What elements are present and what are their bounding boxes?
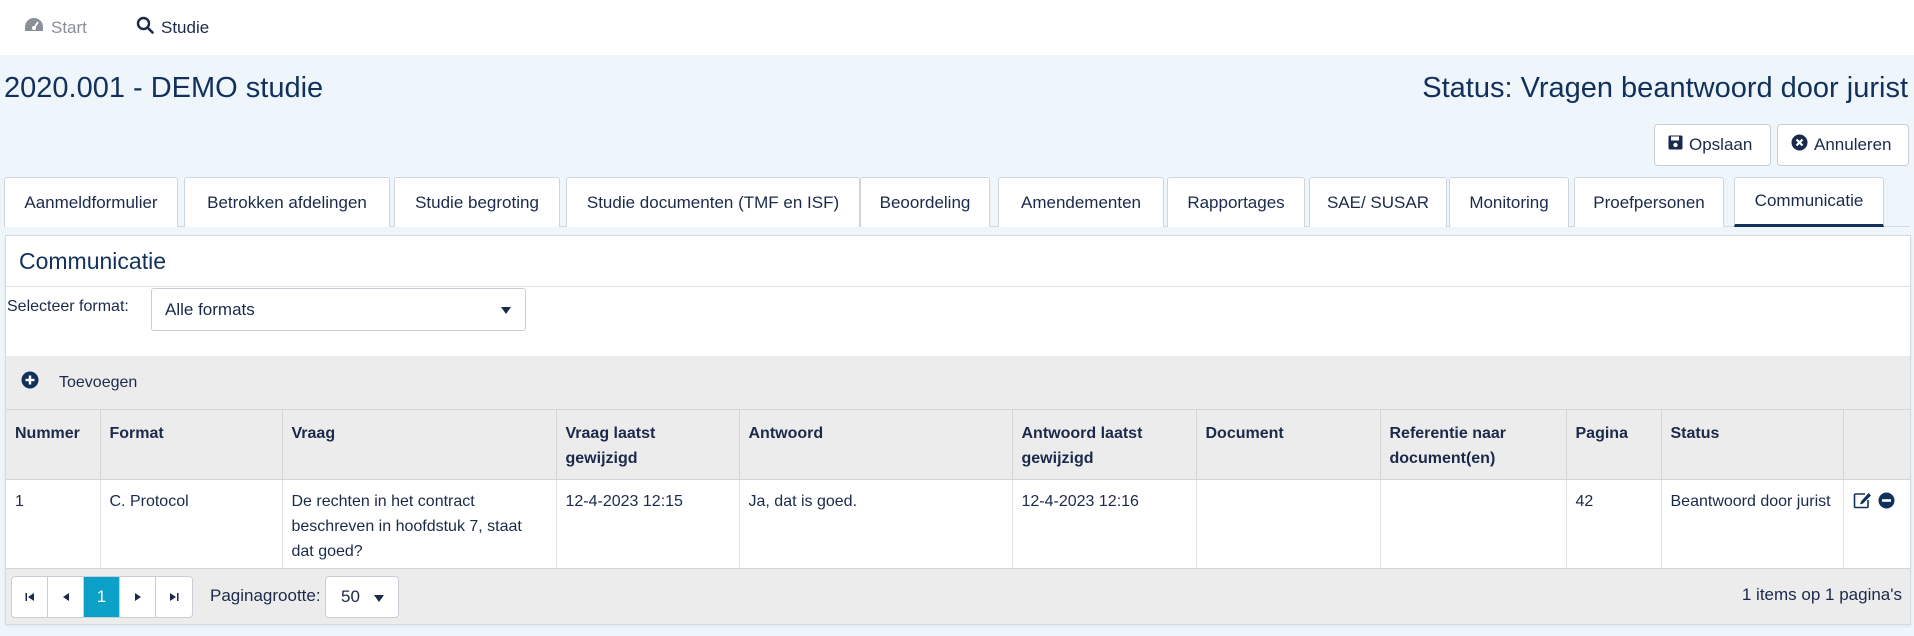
column-header-format[interactable]: Format bbox=[100, 409, 283, 480]
tab-studie-begroting[interactable]: Studie begroting bbox=[394, 177, 560, 227]
column-header-status[interactable]: Status bbox=[1661, 409, 1844, 480]
column-header-antwoord[interactable]: Antwoord bbox=[739, 409, 1013, 480]
first-page-icon[interactable] bbox=[12, 577, 48, 617]
floppy-icon bbox=[1668, 135, 1689, 155]
save-button-label: Opslaan bbox=[1689, 135, 1753, 154]
page-size-label: Paginagrootte: bbox=[210, 586, 321, 605]
column-header-document[interactable]: Document bbox=[1196, 409, 1381, 480]
nav-studie-label: Studie bbox=[161, 17, 210, 37]
cell-vraag-gewijzigd: 12-4-2023 12:15 bbox=[556, 479, 740, 573]
cell-status: Beantwoord door jurist bbox=[1661, 479, 1844, 573]
panel-divider bbox=[6, 286, 1910, 287]
cell-vraag: De rechten in het contract beschreven in… bbox=[282, 479, 557, 573]
cell-pagina: 42 bbox=[1566, 479, 1662, 573]
column-header-actions bbox=[1843, 409, 1910, 480]
communicatie-panel: Communicatie Selecteer format: Alle form… bbox=[5, 235, 1911, 625]
add-button-label: Toevoegen bbox=[59, 373, 138, 391]
status-title: Status: Vragen beantwoord door jurist bbox=[1422, 72, 1908, 104]
add-button[interactable]: Toevoegen bbox=[21, 371, 137, 394]
edit-icon[interactable] bbox=[1853, 492, 1872, 517]
nav-start[interactable]: Start bbox=[24, 0, 87, 55]
tab-proefpersonen[interactable]: Proefpersonen bbox=[1574, 177, 1724, 227]
format-select-value: Alle formats bbox=[165, 299, 255, 319]
tab-communicatie[interactable]: Communicatie bbox=[1734, 177, 1884, 227]
close-circle-icon bbox=[1791, 134, 1814, 156]
table-row[interactable]: 1 C. Protocol De rechten in het contract… bbox=[6, 479, 1910, 573]
filter-label: Selecteer format: bbox=[7, 298, 129, 315]
page-number-button[interactable]: 1 bbox=[84, 577, 120, 617]
cancel-button[interactable]: Annuleren bbox=[1777, 124, 1909, 166]
tab-sae-susar[interactable]: SAE/ SUSAR bbox=[1309, 177, 1447, 227]
tab-bar: Aanmeldformulier Betrokken afdelingen St… bbox=[4, 177, 1910, 227]
pager-buttons: 1 bbox=[11, 576, 193, 618]
tab-monitoring[interactable]: Monitoring bbox=[1449, 177, 1569, 227]
top-nav: Start Studie bbox=[0, 0, 1914, 55]
format-select[interactable]: Alle formats bbox=[151, 288, 526, 331]
pager-info: 1 items op 1 pagina's bbox=[1741, 585, 1902, 604]
tab-studie-documenten[interactable]: Studie documenten (TMF en ISF) bbox=[566, 177, 860, 227]
table-header-row: Nummer Format Vraag Vraag laatst gewijzi… bbox=[6, 409, 1910, 480]
caret-down-icon bbox=[374, 595, 384, 602]
tab-betrokken-afdelingen[interactable]: Betrokken afdelingen bbox=[184, 177, 390, 227]
grid-toolbar: Toevoegen bbox=[6, 356, 1910, 409]
cell-document bbox=[1196, 479, 1381, 573]
column-header-vraag[interactable]: Vraag bbox=[282, 409, 557, 480]
plus-circle-icon bbox=[21, 371, 59, 394]
last-page-icon[interactable] bbox=[156, 577, 192, 617]
cell-antwoord: Ja, dat is goed. bbox=[739, 479, 1013, 573]
column-header-pagina[interactable]: Pagina bbox=[1566, 409, 1662, 480]
cancel-button-label: Annuleren bbox=[1814, 135, 1892, 154]
column-header-antwoord-gewijzigd[interactable]: Antwoord laatst gewijzigd bbox=[1012, 409, 1197, 480]
page-size-select[interactable]: 50 bbox=[325, 576, 399, 618]
column-header-vraag-gewijzigd[interactable]: Vraag laatst gewijzigd bbox=[556, 409, 740, 480]
tab-aanmeldformulier[interactable]: Aanmeldformulier bbox=[4, 177, 178, 227]
column-header-nummer[interactable]: Nummer bbox=[6, 409, 101, 480]
page-title: 2020.001 - DEMO studie bbox=[4, 72, 324, 104]
cell-format: C. Protocol bbox=[100, 479, 283, 573]
search-icon bbox=[136, 16, 161, 39]
page-size-value: 50 bbox=[341, 587, 360, 606]
tab-beoordeling[interactable]: Beoordeling bbox=[860, 177, 990, 227]
prev-page-icon[interactable] bbox=[48, 577, 84, 617]
cell-antwoord-gewijzigd: 12-4-2023 12:16 bbox=[1012, 479, 1197, 573]
dashboard-icon bbox=[24, 17, 51, 39]
pager: 1 Paginagrootte: 50 1 items op 1 pagina'… bbox=[6, 568, 1910, 624]
cell-referentie bbox=[1380, 479, 1567, 573]
remove-icon[interactable] bbox=[1878, 492, 1895, 517]
nav-start-label: Start bbox=[51, 17, 87, 37]
panel-title: Communicatie bbox=[19, 248, 166, 274]
save-button[interactable]: Opslaan bbox=[1654, 124, 1771, 166]
cell-nummer: 1 bbox=[6, 479, 101, 573]
tab-amendementen[interactable]: Amendementen bbox=[998, 177, 1164, 227]
communicatie-table: Nummer Format Vraag Vraag laatst gewijzi… bbox=[6, 409, 1910, 573]
column-header-referentie[interactable]: Referentie naar document(en) bbox=[1380, 409, 1567, 480]
nav-studie[interactable]: Studie bbox=[136, 0, 209, 55]
tab-rapportages[interactable]: Rapportages bbox=[1167, 177, 1305, 227]
cell-actions bbox=[1843, 479, 1910, 573]
caret-down-icon bbox=[501, 307, 511, 314]
next-page-icon[interactable] bbox=[120, 577, 156, 617]
